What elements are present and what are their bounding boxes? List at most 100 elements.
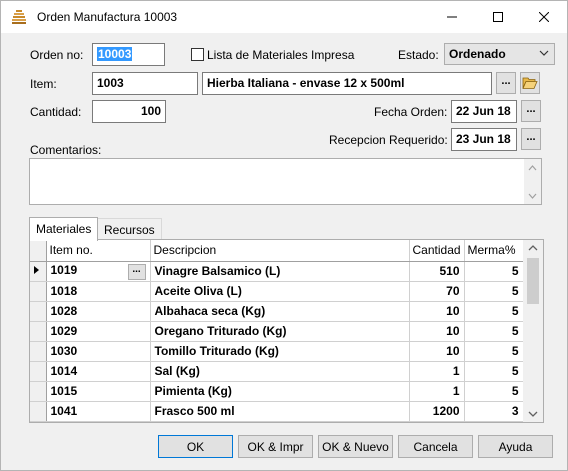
cell-merma[interactable]: 5 [464,321,524,342]
ok-button[interactable]: OK [158,435,233,458]
fecha-orden-label: Fecha Orden: [374,105,448,119]
cell-descripcion[interactable]: Oregano Triturado (Kg) [150,321,410,342]
grid-scrollbar[interactable] [523,240,543,422]
grid-header-row: Item no. Descripcion Cantidad Merma% [30,240,524,262]
column-header-descripcion[interactable]: Descripcion [150,240,410,262]
cell-descripcion[interactable]: Pimienta (Kg) [150,381,410,402]
row-header [30,281,47,302]
ok-impr-button[interactable]: OK & Impr [238,435,313,458]
cell-merma[interactable]: 3 [464,401,524,422]
cell-item[interactable]: 1029 [46,321,151,342]
cancela-button[interactable]: Cancela [398,435,473,458]
table-row[interactable]: 1019... Vinagre Balsamico (L) 510 5 [30,261,524,282]
cell-cantidad[interactable]: 10 [409,321,465,342]
cell-cantidad[interactable]: 1200 [409,401,465,422]
cell-merma[interactable]: 5 [464,281,524,302]
cell-merma[interactable]: 5 [464,361,524,382]
cell-item[interactable]: 1028 [46,301,151,322]
cell-merma[interactable]: 5 [464,301,524,322]
order-window: Orden Manufactura 10003 Orden no: 10003 … [0,0,568,471]
window-title: Orden Manufactura 10003 [37,10,178,24]
app-icon [12,10,26,24]
item-description-field: Hierba Italiana - envase 12 x 500ml [202,72,492,95]
cell-descripcion[interactable]: Frasco 500 ml [150,401,410,422]
close-button[interactable] [521,1,567,33]
column-header-item[interactable]: Item no. [46,240,151,262]
item-code: 1003 [97,76,124,90]
cell-merma[interactable]: 5 [464,261,524,282]
cell-cantidad[interactable]: 510 [409,261,465,282]
cell-item[interactable]: 1030 [46,341,151,362]
cell-merma[interactable]: 5 [464,381,524,402]
close-icon [539,12,549,22]
tab-recursos[interactable]: Recursos [97,218,162,240]
orden-value: 10003 [97,47,133,61]
maximize-button[interactable] [475,1,521,33]
row-header-corner [30,240,47,262]
cell-merma[interactable]: 5 [464,341,524,362]
cell-cantidad[interactable]: 1 [409,381,465,402]
item-lookup-button[interactable]: ... [496,72,516,94]
chevron-down-icon [539,50,549,56]
fecha-orden-input[interactable]: 22 Jun 18 [451,100,517,123]
cell-descripcion[interactable]: Sal (Kg) [150,361,410,382]
lista-label: Lista de Materiales Impresa [207,48,355,62]
cantidad-input[interactable]: 100 [92,100,166,123]
column-header-cantidad[interactable]: Cantidad [409,240,465,262]
recepcion-ellipsis: ... [526,130,536,143]
table-row[interactable]: 1015 Pimienta (Kg) 1 5 [30,381,524,402]
recepcion-input[interactable]: 23 Jun 18 [451,128,517,151]
cell-item[interactable]: 1019... [46,261,151,282]
ayuda-button[interactable]: Ayuda [478,435,553,458]
cell-cantidad[interactable]: 70 [409,281,465,302]
cell-descripcion[interactable]: Vinagre Balsamico (L) [150,261,410,282]
item-label: Item: [30,77,57,91]
column-header-merma[interactable]: Merma% [464,240,524,262]
estado-label: Estado: [398,48,439,62]
row-header [30,341,47,362]
grid-scroll-thumb[interactable] [527,258,539,304]
comentarios-textarea[interactable] [29,158,542,205]
row-header [30,401,47,422]
estado-select[interactable]: Ordenado [444,43,555,65]
table-row[interactable]: 1018 Aceite Oliva (L) 70 5 [30,281,524,302]
item-lookup-ellipsis: ... [501,74,511,87]
fecha-orden-value: 22 Jun 18 [456,104,511,118]
cell-item[interactable]: 1015 [46,381,151,402]
row-pointer-icon [34,265,39,274]
cell-item[interactable]: 1014 [46,361,151,382]
minimize-button[interactable] [429,1,475,33]
materials-grid: Item no. Descripcion Cantidad Merma% 101… [29,239,544,423]
table-row[interactable]: 1014 Sal (Kg) 1 5 [30,361,524,382]
open-item-button[interactable] [520,72,540,94]
recepcion-value: 23 Jun 18 [456,132,511,146]
tab-materiales[interactable]: Materiales [29,217,99,241]
table-row[interactable]: 1028 Albahaca seca (Kg) 10 5 [30,301,524,322]
table-row[interactable]: 1041 Frasco 500 ml 1200 3 [30,401,524,422]
cell-item[interactable]: 1041 [46,401,151,422]
fecha-orden-picker-button[interactable]: ... [521,100,541,122]
cell-cantidad[interactable]: 1 [409,361,465,382]
table-row[interactable]: 1030 Tomillo Triturado (Kg) 10 5 [30,341,524,362]
current-row-indicator [30,261,47,282]
cell-lookup-button[interactable]: ... [127,263,146,280]
item-code-input[interactable]: 1003 [92,72,198,95]
table-row[interactable]: 1029 Oregano Triturado (Kg) 10 5 [30,321,524,342]
cell-descripcion[interactable]: Aceite Oliva (L) [150,281,410,302]
cantidad-label: Cantidad: [30,105,82,119]
orden-input[interactable]: 10003 [92,43,165,66]
cell-item-text: 1019 [50,262,78,277]
cell-descripcion[interactable]: Albahaca seca (Kg) [150,301,410,322]
cell-cantidad[interactable]: 10 [409,301,465,322]
item-description: Hierba Italiana - envase 12 x 500ml [207,76,405,90]
ok-nuevo-button[interactable]: OK & Nuevo [318,435,393,458]
cell-item[interactable]: 1018 [46,281,151,302]
recepcion-picker-button[interactable]: ... [521,128,541,150]
fecha-orden-ellipsis: ... [526,102,536,115]
comentarios-scrollbar[interactable] [524,159,541,204]
lista-checkbox[interactable] [191,48,204,61]
cell-cantidad[interactable]: 10 [409,341,465,362]
estado-value: Ordenado [449,47,506,61]
minimize-icon [447,16,457,18]
cell-descripcion[interactable]: Tomillo Triturado (Kg) [150,341,410,362]
